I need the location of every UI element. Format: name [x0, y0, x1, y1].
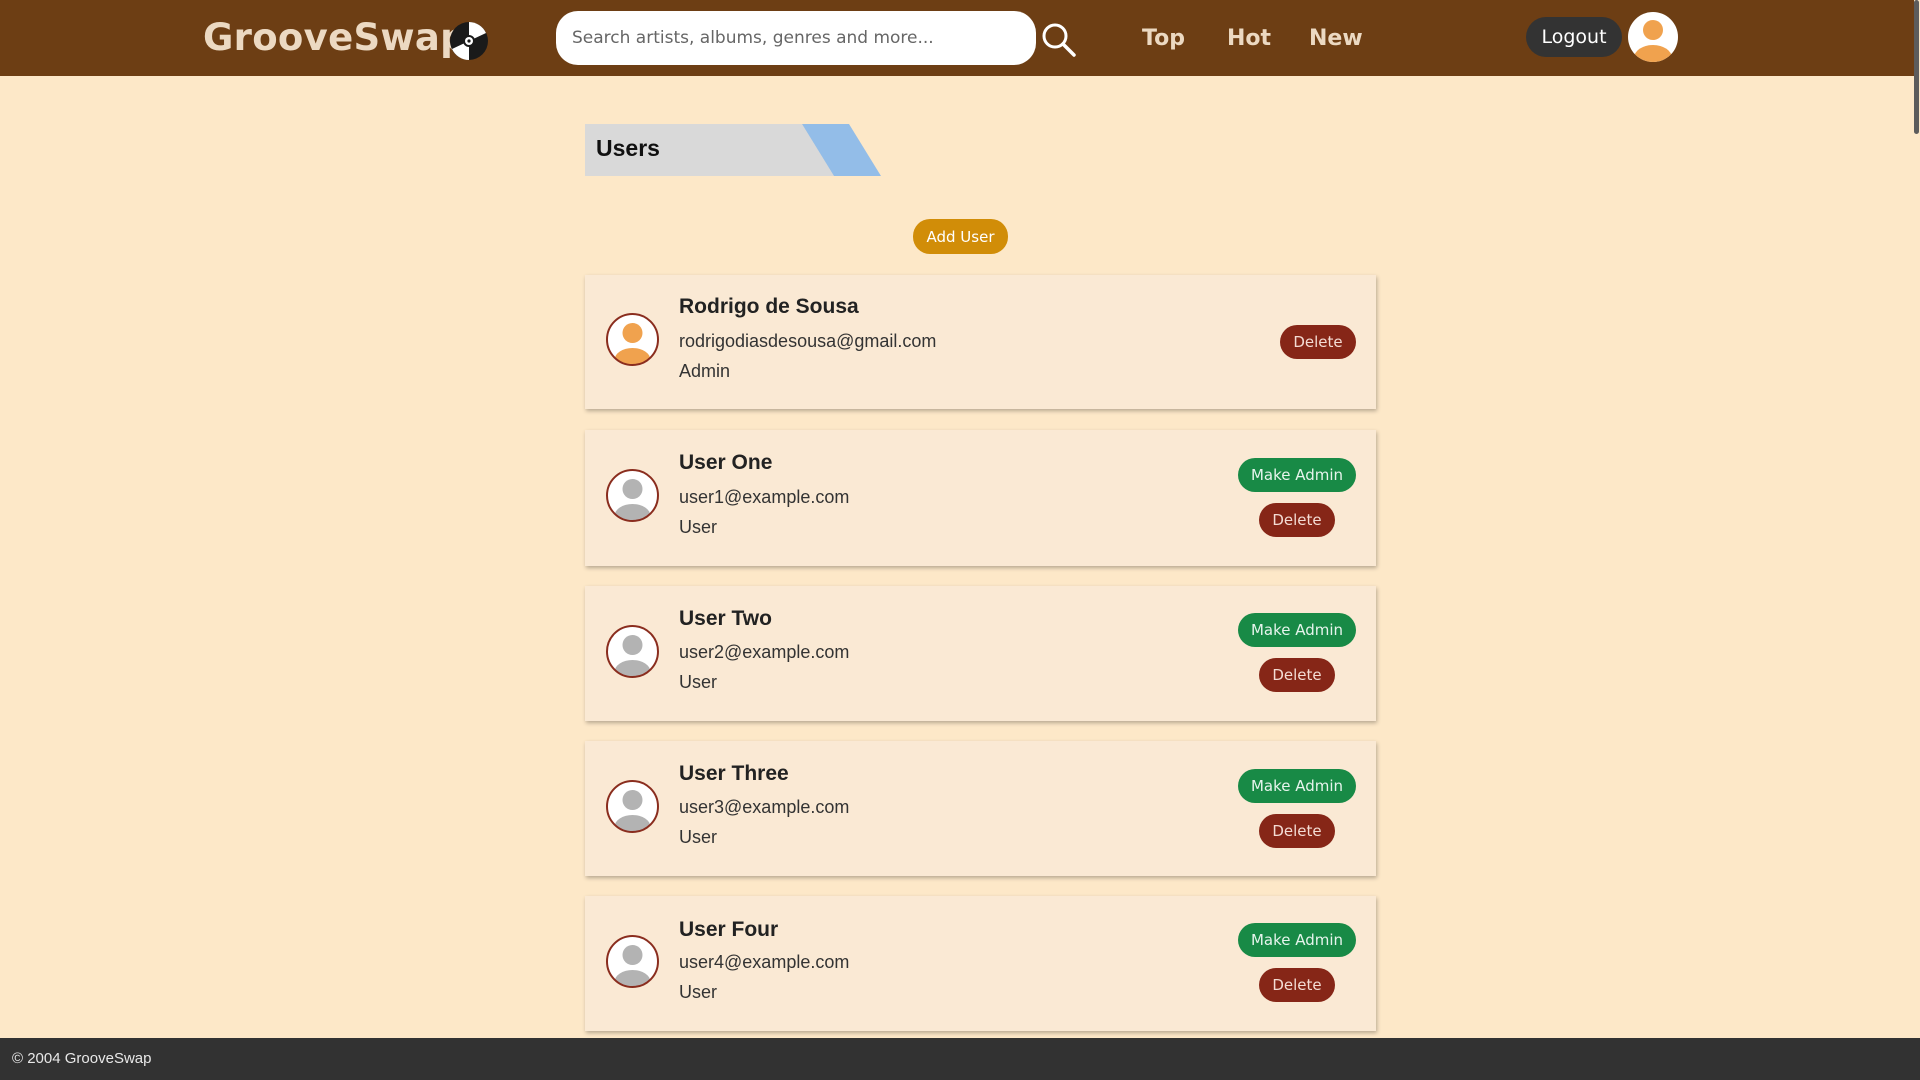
user-email: user1@example.com	[679, 487, 850, 507]
admin-avatar-icon	[606, 313, 659, 366]
user-name: User One	[679, 451, 773, 474]
add-user-button[interactable]: Add User	[913, 219, 1008, 254]
user-avatar-icon	[606, 935, 659, 988]
user-role: Admin	[679, 361, 731, 381]
user-role: User	[679, 517, 718, 537]
user-name: User Two	[679, 607, 772, 630]
user-avatar-icon	[606, 469, 659, 522]
footer-copyright: © 2004 GrooveSwap	[12, 1050, 152, 1067]
make-admin-button[interactable]: Make Admin	[1238, 769, 1356, 803]
search-input[interactable]	[556, 11, 1036, 65]
top-navigation-bar: GrooveSwap Top Hot New Logout	[0, 0, 1920, 76]
user-name: User Three	[679, 762, 789, 785]
page-title: Users	[596, 135, 660, 161]
user-card: User Four user4@example.com User Make Ad…	[585, 896, 1376, 1031]
user-avatar-icon	[606, 625, 659, 678]
user-avatar-icon	[606, 780, 659, 833]
user-card: User Two user2@example.com User Make Adm…	[585, 586, 1376, 721]
page-scrollbar-track[interactable]	[1914, 0, 1920, 1038]
user-card: Rodrigo de Sousa rodrigodiasdesousa@gmai…	[585, 275, 1376, 409]
delete-button[interactable]: Delete	[1259, 503, 1335, 537]
delete-button[interactable]: Delete	[1280, 325, 1356, 359]
user-email: user4@example.com	[679, 952, 850, 972]
delete-button[interactable]: Delete	[1259, 968, 1335, 1002]
user-role: User	[679, 672, 718, 692]
delete-button[interactable]: Delete	[1259, 658, 1335, 692]
user-name: Rodrigo de Sousa	[679, 295, 859, 318]
user-email: user3@example.com	[679, 797, 850, 817]
brand-logo-text[interactable]: GrooveSwap	[203, 16, 467, 59]
user-role: User	[679, 982, 718, 1002]
vinyl-record-icon	[450, 22, 488, 60]
nav-top-link[interactable]: Top	[1142, 26, 1185, 51]
user-email: user2@example.com	[679, 642, 850, 662]
nav-hot-link[interactable]: Hot	[1227, 26, 1271, 51]
search-icon[interactable]	[1039, 20, 1079, 60]
user-role: User	[679, 827, 718, 847]
user-card: User One user1@example.com User Make Adm…	[585, 430, 1376, 566]
footer: © 2004 GrooveSwap	[0, 1038, 1920, 1080]
user-name: User Four	[679, 918, 779, 941]
make-admin-button[interactable]: Make Admin	[1238, 458, 1356, 492]
nav-new-link[interactable]: New	[1309, 26, 1363, 51]
logout-button[interactable]: Logout	[1526, 17, 1622, 57]
delete-button[interactable]: Delete	[1259, 814, 1335, 848]
user-email: rodrigodiasdesousa@gmail.com	[679, 331, 937, 351]
make-admin-button[interactable]: Make Admin	[1238, 613, 1356, 647]
user-card: User Three user3@example.com User Make A…	[585, 741, 1376, 876]
make-admin-button[interactable]: Make Admin	[1238, 923, 1356, 957]
user-avatar-icon[interactable]	[1627, 11, 1679, 63]
page-scrollbar-thumb[interactable]	[1914, 0, 1919, 134]
